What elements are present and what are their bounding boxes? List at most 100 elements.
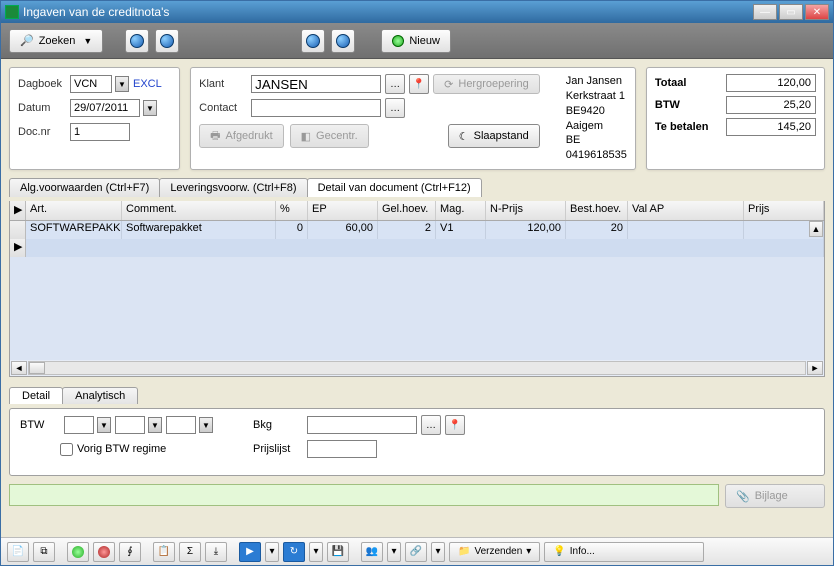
col-mag[interactable]: Mag. [436,201,486,220]
cell-mag[interactable]: V1 [436,221,486,239]
minimize-button[interactable]: — [753,4,777,20]
status-toolbar: 📄 ⧉ ∮ 📋 Σ ⤓ ▶ ▾ ↻ ▾ 💾 👥 ▾ 🔗 ▾ 📁 Verzende… [1,537,833,565]
col-ep[interactable]: EP [308,201,378,220]
info-button[interactable]: 💡 Info... [544,542,704,562]
bkg-input[interactable] [307,416,417,434]
col-valap[interactable]: Val AP [628,201,744,220]
detail-grid: ▶ Art. Comment. % EP Gel.hoev. Mag. N-Pr… [9,201,825,377]
row-pointer-active: ▶ [10,239,26,257]
row-pointer [10,221,26,239]
cell-valap[interactable] [628,221,744,239]
sb-form[interactable]: 📋 [153,542,175,562]
tab-detail-document[interactable]: Detail van document (Ctrl+F12) [307,178,482,197]
contact-input[interactable] [251,99,381,117]
btw-drop3[interactable]: ▼ [199,417,213,433]
nieuw-button[interactable]: Nieuw [381,29,451,53]
contact-ellipsis-button[interactable]: … [385,98,405,118]
print-icon: 🖶 [210,127,220,146]
cell-art[interactable]: SOFTWAREPAKKE [26,221,122,239]
sb-sum[interactable]: Σ [179,542,201,562]
sb-export[interactable]: ⤓ [205,542,227,562]
datum-input[interactable] [70,99,140,117]
vscroll-up[interactable]: ▲ [809,221,823,237]
docnr-label: Doc.nr [18,126,66,138]
sb-save[interactable]: 💾 [327,542,349,562]
slaapstand-button[interactable]: ☾ Slaapstand [448,124,540,148]
datum-dropdown[interactable]: ▼ [143,100,157,116]
tab-algvoorwaarden[interactable]: Alg.voorwaarden (Ctrl+F7) [9,178,160,197]
klant-input[interactable] [251,75,381,93]
bijlage-label: Bijlage [755,490,788,502]
docnr-input[interactable] [70,123,130,141]
col-prijs[interactable]: Prijs [744,201,824,220]
cell-comment[interactable]: Softwarepakket [122,221,276,239]
gecentr-button: ◧ Gecentr. [290,124,369,148]
dagboek-dropdown[interactable]: ▼ [115,76,129,92]
detail-panel: BTW ▼ ▼ ▼ Vorig BTW regime Bkg … [9,408,825,476]
center-icon: ◧ [301,130,311,143]
sb-delete[interactable] [93,542,115,562]
search-icon: 🔎 [20,34,34,47]
col-pct[interactable]: % [276,201,308,220]
prijslijst-input[interactable] [307,440,377,458]
nav-first-button[interactable] [301,29,325,53]
zoeken-button[interactable]: 🔎 Zoeken ▼ [9,29,103,53]
sb-link-split[interactable]: ▾ [431,542,445,562]
sb-new[interactable]: 📄 [7,542,29,562]
sb-formula[interactable]: ∮ [119,542,141,562]
btw-drop1[interactable]: ▼ [97,417,111,433]
sb-refresh[interactable]: ↻ [283,542,305,562]
table-row-empty[interactable]: ▶ [10,239,824,257]
close-button[interactable]: ✕ [805,4,829,20]
klant-pin-button[interactable]: 📍 [409,74,429,94]
sb-users[interactable]: 👥 [361,542,383,562]
btw-combo3[interactable] [166,416,196,434]
subtab-detail[interactable]: Detail [9,387,63,404]
col-besthoev[interactable]: Best.hoev. [566,201,628,220]
hscroll-thumb[interactable] [29,362,45,374]
sb-right[interactable]: ▶ [239,542,261,562]
cell-gelhoev[interactable]: 2 [378,221,436,239]
col-nprijs[interactable]: N-Prijs [486,201,566,220]
excl-link[interactable]: EXCL [133,78,162,90]
header-middle-panel: Klant … 📍 ⟳ Hergroepering Contact [190,67,636,170]
bijlage-path-input[interactable] [9,484,719,506]
subtab-analytisch[interactable]: Analytisch [62,387,138,404]
nav-next-button[interactable] [155,29,179,53]
btw-combo1[interactable] [64,416,94,434]
bkg-pin-button[interactable]: 📍 [445,415,465,435]
verzenden-label: Verzenden [474,546,522,557]
col-art[interactable]: Art. [26,201,122,220]
addr-city: BE9420 Aaigem [566,104,627,134]
nav-last-button[interactable] [331,29,355,53]
tab-leveringsvoorw[interactable]: Leveringsvoorw. (Ctrl+F8) [159,178,307,197]
dagboek-combo[interactable] [70,75,112,93]
sb-link[interactable]: 🔗 [405,542,427,562]
globe-next-icon [160,34,174,48]
btw-combo2[interactable] [115,416,145,434]
sb-copy[interactable]: ⧉ [33,542,55,562]
verzenden-button[interactable]: 📁 Verzenden ▾ [449,542,540,562]
cell-ep[interactable]: 60,00 [308,221,378,239]
cell-besthoev[interactable]: 20 [566,221,628,239]
maximize-button[interactable]: ▭ [779,4,803,20]
hscroll-left[interactable]: ◄ [11,361,27,375]
vorig-btw-checkbox[interactable] [60,443,73,456]
hscroll-track[interactable] [28,361,806,375]
sb-users-split[interactable]: ▾ [387,542,401,562]
btw-drop2[interactable]: ▼ [148,417,162,433]
col-gelhoev[interactable]: Gel.hoev. [378,201,436,220]
app-window: Ingaven van de creditnota's — ▭ ✕ 🔎 Zoek… [0,0,834,566]
hscroll-right[interactable]: ► [807,361,823,375]
col-comment[interactable]: Comment. [122,201,276,220]
cell-nprijs[interactable]: 120,00 [486,221,566,239]
sb-add[interactable] [67,542,89,562]
table-row[interactable]: SOFTWAREPAKKE Softwarepakket 0 60,00 2 V… [10,221,824,239]
bkg-ellipsis-button[interactable]: … [421,415,441,435]
sb-right-split[interactable]: ▾ [265,542,279,562]
btw-value: 25,20 [726,96,816,114]
sb-refresh-split[interactable]: ▾ [309,542,323,562]
nav-prev-button[interactable] [125,29,149,53]
klant-ellipsis-button[interactable]: … [385,74,405,94]
cell-pct[interactable]: 0 [276,221,308,239]
